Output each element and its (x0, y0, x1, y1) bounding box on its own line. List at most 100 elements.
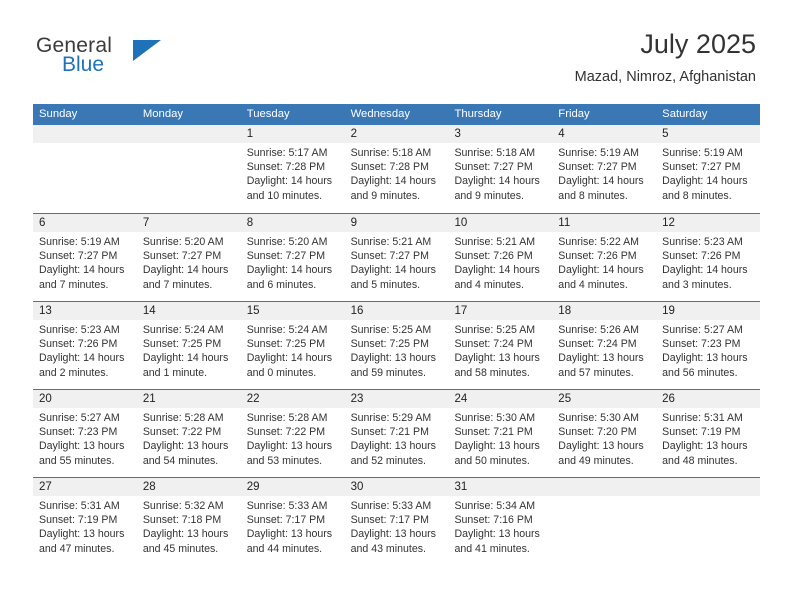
day-details: Sunrise: 5:23 AM Sunset: 7:26 PM Daylight:… (656, 232, 760, 292)
sunset-text: Sunset: 7:20 PM (558, 426, 637, 439)
calendar-day-cell[interactable]: 12 Sunrise: 5:23 AM Sunset: 7:26 PM Dayligh… (656, 214, 761, 301)
daylight-text: Daylight: 13 hours and 57 minutes. (558, 352, 644, 379)
calendar-week-row: 27 Sunrise: 5:31 AM Sunset: 7:19 PM Dayligh… (33, 477, 761, 565)
day-details: Sunrise: 5:19 AM Sunset: 7:27 PM Daylight:… (656, 143, 760, 203)
calendar-week-row: 20 Sunrise: 5:27 AM Sunset: 7:23 PM Dayligh… (33, 389, 761, 477)
sunset-text: Sunset: 7:27 PM (454, 161, 533, 174)
calendar-day-cell[interactable]: 16 Sunrise: 5:25 AM Sunset: 7:25 PM Dayligh… (344, 302, 449, 389)
daylight-text: Daylight: 14 hours and 9 minutes. (454, 175, 540, 202)
sunrise-text: Sunrise: 5:27 AM (39, 412, 120, 424)
sunrise-text: Sunrise: 5:32 AM (142, 500, 224, 512)
daylight-text: Daylight: 14 hours and 8 minutes. (558, 175, 644, 202)
day-number: 23 (344, 390, 449, 408)
day-details: Sunrise: 5:32 AM Sunset: 7:18 PM Daylight:… (137, 496, 241, 556)
daylight-text: Daylight: 14 hours and 1 minute. (142, 352, 229, 379)
calendar-day-cell[interactable]: 3 Sunrise: 5:18 AM Sunset: 7:27 PM Daylight… (448, 125, 553, 213)
day-number: 19 (656, 302, 761, 320)
daylight-text: Daylight: 13 hours and 54 minutes. (142, 440, 229, 467)
sunrise-text: Sunrise: 5:33 AM (350, 500, 432, 512)
day-details: Sunrise: 5:31 AM Sunset: 7:19 PM Daylight:… (33, 496, 137, 556)
calendar-day-cell[interactable]: 9 Sunrise: 5:21 AM Sunset: 7:27 PM Daylight… (344, 214, 449, 301)
day-number: 4 (552, 125, 657, 143)
daylight-text: Daylight: 14 hours and 7 minutes. (142, 264, 229, 291)
day-number: 10 (448, 214, 553, 232)
day-details: Sunrise: 5:23 AM Sunset: 7:26 PM Daylight:… (33, 320, 137, 380)
calendar-day-cell[interactable]: 6 Sunrise: 5:19 AM Sunset: 7:27 PM Daylight… (33, 214, 137, 301)
sunset-text: Sunset: 7:23 PM (662, 338, 741, 351)
weekday-header-row: Sunday Monday Tuesday Wednesday Thursday Frid… (33, 104, 760, 125)
day-number: 1 (240, 125, 345, 143)
calendar-day-cell-empty (33, 125, 137, 213)
daylight-text: Daylight: 14 hours and 0 minutes. (246, 352, 333, 379)
sunset-text: Sunset: 7:26 PM (662, 250, 741, 263)
day-details: Sunrise: 5:28 AM Sunset: 7:22 PM Daylight:… (137, 408, 241, 468)
calendar-day-cell[interactable]: 15 Sunrise: 5:24 AM Sunset: 7:25 PM Dayligh… (240, 302, 345, 389)
calendar-day-cell[interactable]: 11 Sunrise: 5:22 AM Sunset: 7:26 PM Dayligh… (552, 214, 657, 301)
brand-logo[interactable]: General Blue (36, 34, 216, 82)
sunrise-text: Sunrise: 5:23 AM (39, 324, 120, 336)
calendar-day-cell[interactable]: 2 Sunrise: 5:18 AM Sunset: 7:28 PM Daylight… (344, 125, 449, 213)
sunset-text: Sunset: 7:27 PM (246, 250, 326, 263)
day-number: 3 (448, 125, 553, 143)
calendar-day-cell[interactable]: 30 Sunrise: 5:33 AM Sunset: 7:17 PM Dayligh… (344, 478, 449, 565)
day-number: 22 (240, 390, 345, 408)
calendar-day-cell[interactable]: 27 Sunrise: 5:31 AM Sunset: 7:19 PM Dayligh… (33, 478, 137, 565)
sunset-text: Sunset: 7:22 PM (142, 426, 222, 439)
day-number: 13 (33, 302, 137, 320)
day-number (552, 478, 657, 496)
day-details: Sunrise: 5:26 AM Sunset: 7:24 PM Daylight:… (552, 320, 656, 380)
calendar-day-cell[interactable]: 31 Sunrise: 5:34 AM Sunset: 7:16 PM Dayligh… (448, 478, 553, 565)
day-number: 31 (448, 478, 553, 496)
day-details: Sunrise: 5:30 AM Sunset: 7:20 PM Daylight:… (552, 408, 656, 468)
calendar-day-cell[interactable]: 10 Sunrise: 5:21 AM Sunset: 7:26 PM Dayligh… (448, 214, 553, 301)
calendar-day-cell[interactable]: 1 Sunrise: 5:17 AM Sunset: 7:28 PM Daylight… (240, 125, 345, 213)
sunset-text: Sunset: 7:21 PM (454, 426, 533, 439)
day-details: Sunrise: 5:18 AM Sunset: 7:28 PM Daylight:… (345, 143, 449, 203)
sunrise-text: Sunrise: 5:27 AM (662, 324, 743, 336)
sunrise-text: Sunrise: 5:26 AM (558, 324, 639, 336)
day-number (136, 125, 241, 143)
day-details: Sunrise: 5:19 AM Sunset: 7:27 PM Daylight:… (552, 143, 656, 203)
daylight-text: Daylight: 13 hours and 50 minutes. (454, 440, 540, 467)
day-details: Sunrise: 5:27 AM Sunset: 7:23 PM Daylight:… (33, 408, 137, 468)
calendar-day-cell[interactable]: 28 Sunrise: 5:32 AM Sunset: 7:18 PM Dayligh… (136, 478, 241, 565)
sunrise-text: Sunrise: 5:24 AM (246, 324, 328, 336)
daylight-text: Daylight: 14 hours and 8 minutes. (662, 175, 748, 202)
calendar-day-cell[interactable]: 19 Sunrise: 5:27 AM Sunset: 7:23 PM Dayligh… (656, 302, 761, 389)
sunset-text: Sunset: 7:17 PM (350, 514, 429, 527)
day-number: 11 (552, 214, 657, 232)
calendar-day-cell[interactable]: 18 Sunrise: 5:26 AM Sunset: 7:24 PM Dayligh… (552, 302, 657, 389)
day-details: Sunrise: 5:22 AM Sunset: 7:26 PM Daylight:… (552, 232, 656, 292)
calendar-day-cell[interactable]: 26 Sunrise: 5:31 AM Sunset: 7:19 PM Dayligh… (656, 390, 761, 477)
calendar-day-cell[interactable]: 17 Sunrise: 5:25 AM Sunset: 7:24 PM Dayligh… (448, 302, 553, 389)
daylight-text: Daylight: 14 hours and 4 minutes. (558, 264, 644, 291)
sunrise-text: Sunrise: 5:17 AM (246, 147, 328, 159)
day-details: Sunrise: 5:30 AM Sunset: 7:21 PM Daylight:… (448, 408, 552, 468)
calendar-day-cell[interactable]: 23 Sunrise: 5:29 AM Sunset: 7:21 PM Dayligh… (344, 390, 449, 477)
weekday-header-monday: Monday (142, 108, 184, 120)
daylight-text: Daylight: 13 hours and 55 minutes. (39, 440, 125, 467)
calendar-day-cell[interactable]: 14 Sunrise: 5:24 AM Sunset: 7:25 PM Dayligh… (136, 302, 241, 389)
calendar-day-cell[interactable]: 7 Sunrise: 5:20 AM Sunset: 7:27 PM Daylight… (136, 214, 241, 301)
calendar-day-cell[interactable]: 22 Sunrise: 5:28 AM Sunset: 7:22 PM Dayligh… (240, 390, 345, 477)
sunset-text: Sunset: 7:27 PM (558, 161, 637, 174)
calendar-day-cell[interactable]: 5 Sunrise: 5:19 AM Sunset: 7:27 PM Daylight… (656, 125, 761, 213)
calendar-day-cell[interactable]: 29 Sunrise: 5:33 AM Sunset: 7:17 PM Dayligh… (240, 478, 345, 565)
sunrise-text: Sunrise: 5:22 AM (558, 236, 639, 248)
sunrise-text: Sunrise: 5:20 AM (142, 236, 224, 248)
daylight-text: Daylight: 13 hours and 53 minutes. (246, 440, 333, 467)
calendar-day-cell[interactable]: 4 Sunrise: 5:19 AM Sunset: 7:27 PM Daylight… (552, 125, 657, 213)
sunset-text: Sunset: 7:24 PM (558, 338, 637, 351)
sunrise-text: Sunrise: 5:28 AM (142, 412, 224, 424)
calendar-day-cell[interactable]: 21 Sunrise: 5:28 AM Sunset: 7:22 PM Dayligh… (136, 390, 241, 477)
calendar-day-cell[interactable]: 13 Sunrise: 5:23 AM Sunset: 7:26 PM Dayligh… (33, 302, 137, 389)
calendar-day-cell-empty (656, 478, 761, 565)
day-number: 28 (136, 478, 241, 496)
calendar-day-cell[interactable]: 20 Sunrise: 5:27 AM Sunset: 7:23 PM Dayligh… (33, 390, 137, 477)
triangle-icon (133, 40, 161, 61)
calendar-day-cell[interactable]: 8 Sunrise: 5:20 AM Sunset: 7:27 PM Daylight… (240, 214, 345, 301)
calendar-day-cell[interactable]: 24 Sunrise: 5:30 AM Sunset: 7:21 PM Dayligh… (448, 390, 553, 477)
calendar-day-cell[interactable]: 25 Sunrise: 5:30 AM Sunset: 7:20 PM Dayligh… (552, 390, 657, 477)
sunset-text: Sunset: 7:27 PM (39, 250, 118, 263)
sunset-text: Sunset: 7:26 PM (558, 250, 637, 263)
